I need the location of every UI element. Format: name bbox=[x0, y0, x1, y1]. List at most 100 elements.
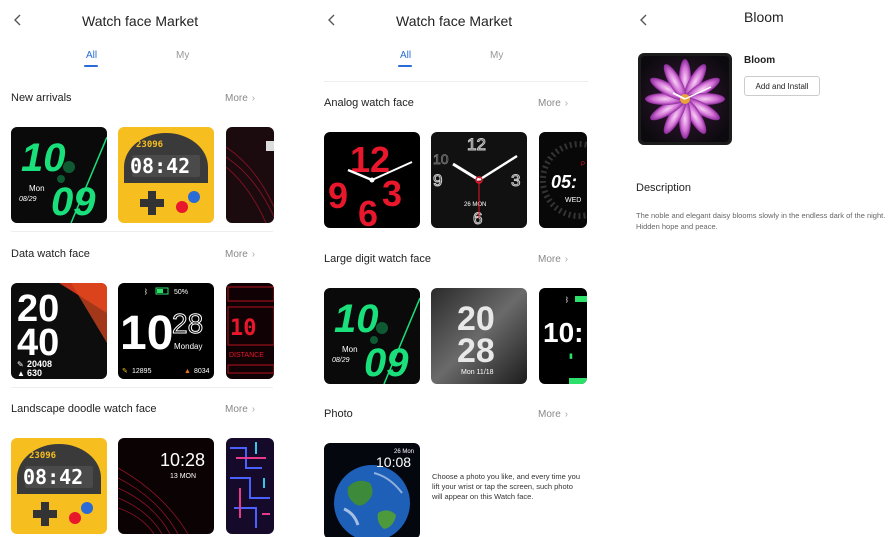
more-link-photo[interactable]: More › bbox=[538, 409, 568, 420]
time-digits: 10:08 bbox=[376, 454, 411, 470]
description-text: The noble and elegant daisy blooms slowl… bbox=[636, 211, 886, 231]
time-digits: 10: bbox=[543, 317, 583, 348]
watch-face-bold-digits[interactable]: 20 40 ✎ 20408 ▲ 630 bbox=[11, 283, 107, 379]
watch-face-red-lines[interactable]: 10:28 13 MON bbox=[118, 438, 214, 534]
minute-digits: 09 bbox=[364, 341, 409, 384]
more-label: More bbox=[538, 98, 561, 109]
watch-face-red-data[interactable]: 10 DISTANCE bbox=[226, 283, 274, 379]
more-link-data-watch-face[interactable]: More › bbox=[225, 249, 255, 260]
watch-face-red-analog[interactable]: 12 9 6 3 bbox=[324, 132, 420, 228]
hour-digits: 10 bbox=[21, 136, 66, 180]
watch-face-bloom-preview bbox=[638, 53, 732, 145]
time-digits: 08:42 bbox=[23, 465, 83, 489]
date-label: 26 MON bbox=[464, 202, 486, 208]
battery-value: 50% bbox=[174, 289, 188, 296]
market-panel-left: Watch face Market All My New arrivals Mo… bbox=[0, 0, 290, 537]
minute-digits: 09 bbox=[51, 180, 96, 223]
bluetooth-icon: ᛒ bbox=[144, 288, 148, 296]
numeral-12: 12 bbox=[467, 135, 486, 154]
watch-face-maze[interactable] bbox=[226, 438, 274, 534]
steps-value: 23096 bbox=[29, 451, 56, 461]
battery-icon bbox=[157, 289, 163, 293]
day-label: WED bbox=[565, 197, 581, 204]
watch-face-name: Bloom bbox=[744, 55, 776, 66]
section-title-new-arrivals: New arrivals bbox=[11, 92, 72, 104]
back-arrow-icon[interactable] bbox=[324, 12, 340, 28]
watch-face-black-analog[interactable]: 12 3 6 9 10 26 MON bbox=[431, 132, 527, 228]
back-arrow-icon[interactable] bbox=[636, 12, 652, 28]
photo-description: Choose a photo you like, and every time … bbox=[432, 472, 581, 502]
page-title: Bloom bbox=[744, 9, 784, 25]
svg-text:P: P bbox=[581, 162, 585, 168]
battery-icon bbox=[575, 296, 587, 302]
section-divider bbox=[11, 387, 273, 388]
time-digits: 08:42 bbox=[130, 154, 190, 178]
bold-bottom-digits: 40 bbox=[17, 322, 59, 364]
tab-all[interactable]: All bbox=[400, 50, 411, 61]
more-link-landscape-doodle[interactable]: More › bbox=[225, 404, 255, 415]
chevron-right-icon: › bbox=[251, 404, 256, 415]
svg-text:✎: ✎ bbox=[122, 368, 128, 375]
numeral-3: 3 bbox=[511, 171, 520, 190]
watch-face-gray-digits[interactable]: 20 28 Mon 11/18 bbox=[431, 288, 527, 384]
chevron-right-icon: › bbox=[251, 249, 256, 260]
date-label: 08/29 bbox=[332, 357, 350, 364]
bluetooth-icon: ᛒ bbox=[565, 296, 569, 304]
svg-text:▮: ▮ bbox=[569, 353, 573, 360]
svg-text:▲: ▲ bbox=[184, 368, 191, 375]
time-digits: 05: bbox=[551, 172, 577, 192]
section-title-data-watch-face: Data watch face bbox=[11, 248, 90, 260]
watch-face-partial-black[interactable]: ᛒ 10: ▮ bbox=[539, 288, 587, 384]
day-label: Mon bbox=[29, 184, 45, 193]
numeral-3: 3 bbox=[382, 173, 402, 214]
page-title: Watch face Market bbox=[396, 13, 513, 29]
more-link-large-digit[interactable]: More › bbox=[538, 254, 568, 265]
hour-digits: 10 bbox=[230, 316, 257, 341]
description-heading: Description bbox=[636, 182, 692, 194]
date-label: 08/29 bbox=[19, 196, 37, 203]
tab-my[interactable]: My bbox=[490, 50, 503, 61]
day-label: Mon bbox=[342, 345, 358, 354]
add-and-install-button[interactable]: Add and Install bbox=[744, 76, 820, 96]
tab-all[interactable]: All bbox=[86, 50, 97, 61]
watch-face-partial[interactable] bbox=[226, 127, 274, 223]
day-label: Monday bbox=[174, 342, 202, 351]
more-link-analog[interactable]: More › bbox=[538, 98, 568, 109]
section-title-landscape-doodle: Landscape doodle watch face bbox=[11, 403, 157, 415]
minute-digits: 28 bbox=[172, 308, 203, 339]
watch-face-green-digits[interactable]: 10 09 Mon 08/29 bbox=[11, 127, 107, 223]
page-title: Watch face Market bbox=[82, 13, 199, 29]
kcal-value: 8034 bbox=[194, 368, 210, 375]
bottom-digits: 28 bbox=[457, 332, 495, 370]
detail-panel: Bloom Bloom Add and Install Description … bbox=[626, 0, 890, 537]
numeral-10: 10 bbox=[433, 151, 449, 167]
section-title-photo: Photo bbox=[324, 408, 353, 420]
back-arrow-icon[interactable] bbox=[10, 12, 26, 28]
more-label: More bbox=[225, 93, 248, 104]
flame-icon: ▲ bbox=[17, 369, 25, 378]
more-link-new-arrivals[interactable]: More › bbox=[225, 93, 255, 104]
chevron-right-icon: › bbox=[564, 254, 569, 265]
more-label: More bbox=[225, 404, 248, 415]
section-title-analog: Analog watch face bbox=[324, 97, 414, 109]
watch-face-green-digits[interactable]: 10 09 Mon 08/29 bbox=[324, 288, 420, 384]
date-label: 13 MON bbox=[170, 473, 196, 480]
more-label: More bbox=[538, 254, 561, 265]
watch-face-black-data[interactable]: ᛒ 50% 10 28 Monday ✎ 12895 ▲ 8034 bbox=[118, 283, 214, 379]
chevron-right-icon: › bbox=[251, 93, 256, 104]
time-digits: 10:28 bbox=[160, 450, 205, 470]
watch-face-yellow-game[interactable]: 23096 08:42 bbox=[11, 438, 107, 534]
chevron-right-icon: › bbox=[564, 98, 569, 109]
tab-indicator bbox=[84, 65, 98, 67]
watch-face-yellow-game[interactable]: 23096 08:42 bbox=[118, 127, 214, 223]
tab-bar: All My bbox=[0, 50, 264, 72]
kcal-value: 630 bbox=[27, 368, 42, 378]
numeral-9: 9 bbox=[328, 175, 348, 216]
date-label: Mon 11/18 bbox=[461, 369, 494, 376]
numeral-6: 6 bbox=[358, 193, 378, 228]
section-title-large-digit: Large digit watch face bbox=[324, 253, 432, 265]
tab-my[interactable]: My bbox=[176, 50, 189, 61]
steps-value: 12895 bbox=[132, 368, 152, 375]
watch-face-partial-digital[interactable]: P 05: WED bbox=[539, 132, 587, 228]
watch-face-photo[interactable]: 26 Mon 10:08 bbox=[324, 443, 420, 537]
